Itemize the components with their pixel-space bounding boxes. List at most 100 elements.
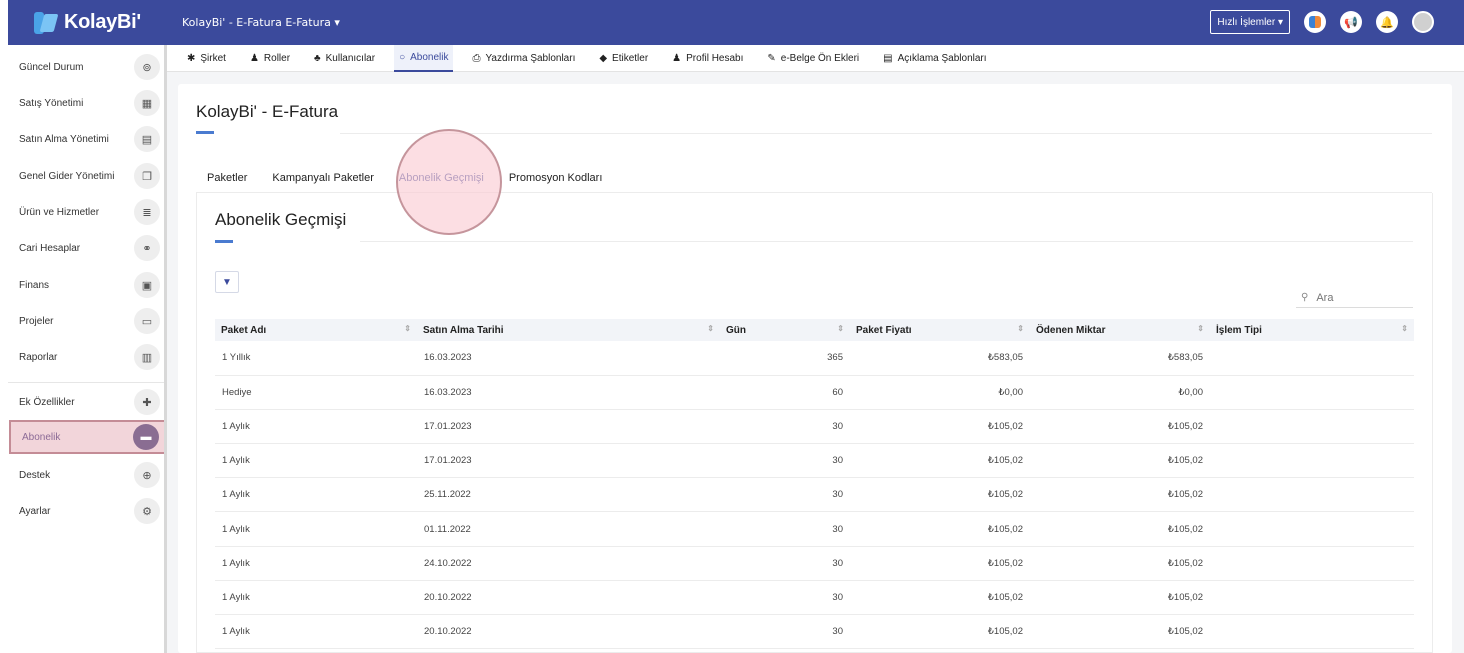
- table-row[interactable]: 1 Yıllık 16.03.2023 365 ₺583,05 ₺583,05: [215, 341, 1414, 376]
- dashboard-icon: ⊚: [134, 54, 160, 80]
- table-row[interactable]: Hediye 16.03.2023 60 ₺0,00 ₺0,00: [215, 375, 1414, 410]
- table-cell: [1210, 614, 1414, 650]
- company-selector[interactable]: KolayBi' - E-Fatura E-Fatura ▾: [182, 16, 340, 29]
- sidebar-item-raporlar[interactable]: Raporlar ▥: [8, 340, 168, 374]
- column-header[interactable]: Satın Alma Tarihi ⇕: [417, 319, 720, 341]
- handshake-icon: ⚭: [134, 235, 160, 261]
- table-cell: 20.10.2022: [417, 580, 720, 616]
- table-header-row: Paket Adı ⇕ Satın Alma Tarihi ⇕ Gün ⇕ Paket Fi…: [215, 319, 1414, 341]
- subnav-item-label: e-Belge Ön Ekleri: [780, 52, 860, 64]
- sort-icon[interactable]: ⇕: [707, 324, 714, 333]
- table-cell: [1210, 409, 1414, 445]
- column-header[interactable]: İşlem Tipi ⇕: [1210, 319, 1414, 341]
- table-row[interactable]: 1 Aylık 20.10.2022 30 ₺105,02 ₺105,02: [215, 614, 1414, 650]
- subscription-history-table: Paket Adı ⇕ Satın Alma Tarihi ⇕ Gün ⇕ Paket Fi…: [215, 319, 1414, 650]
- logo[interactable]: KolayBi': [8, 11, 174, 34]
- sidebar-item-projeler[interactable]: Projeler ▭: [8, 304, 168, 338]
- megaphone-icon[interactable]: 📢: [1340, 11, 1362, 33]
- sidebar-item-label: Cari Hesaplar: [19, 242, 81, 254]
- table-cell: 30: [720, 443, 850, 479]
- column-header-label: Gün: [726, 324, 746, 336]
- sidebar-item-güncel-durum[interactable]: Güncel Durum ⊚: [8, 50, 168, 84]
- sidebar-item-finans[interactable]: Finans ▣: [8, 268, 168, 302]
- sidebar-item-ayarlar[interactable]: Ayarlar ⚙: [8, 494, 168, 528]
- table-row[interactable]: 1 Aylık 25.11.2022 30 ₺105,02 ₺105,02: [215, 477, 1414, 513]
- filter-button[interactable]: ▼: [215, 271, 239, 293]
- brand-app-icon[interactable]: [1304, 11, 1326, 33]
- subnav-item-label: Yazdırma Şablonları: [485, 52, 576, 64]
- sidebar-divider: [8, 382, 166, 383]
- column-header-label: Paket Adı: [221, 324, 267, 336]
- bell-icon[interactable]: 🔔: [1376, 11, 1398, 33]
- top-right-actions: Hızlı İşlemler ▾ 📢 🔔: [1210, 10, 1434, 34]
- settings-subnav: ✱ Şirket ♟ Roller ♣ Kullanıcılar ○ Abonelik ⎙ Yaz…: [167, 44, 1464, 72]
- table-cell: 30: [720, 409, 850, 445]
- table-row[interactable]: 1 Aylık 17.01.2023 30 ₺105,02 ₺105,02: [215, 443, 1414, 479]
- subnav-item-4[interactable]: ⎙ Yazdırma Şablonları: [472, 45, 575, 72]
- title-divider: [340, 133, 1432, 134]
- column-header[interactable]: Paket Fiyatı ⇕: [850, 319, 1030, 341]
- sort-icon[interactable]: ⇕: [1401, 324, 1408, 333]
- lifebuoy-icon: ⊕: [134, 462, 160, 488]
- subnav-item-8[interactable]: ▤ Açıklama Şablonları: [883, 45, 986, 72]
- table-cell: 30: [720, 580, 850, 616]
- subnav-item-7[interactable]: ✎ e-Belge Ön Ekleri: [767, 45, 859, 72]
- subnav-item-5[interactable]: ◆ Etiketler: [599, 45, 648, 72]
- quick-actions-button[interactable]: Hızlı İşlemler ▾: [1210, 10, 1290, 34]
- tab-0[interactable]: Paketler: [207, 172, 247, 184]
- table-cell: 17.01.2023: [417, 443, 720, 479]
- table-cell: ₺583,05: [850, 341, 1030, 376]
- subnav-item-2[interactable]: ♣ Kullanıcılar: [314, 45, 375, 72]
- panel-title: Abonelik Geçmişi: [215, 210, 347, 229]
- sidebar-item-label: Destek: [19, 469, 51, 481]
- users-icon: ♣: [314, 52, 321, 64]
- tab-3[interactable]: Promosyon Kodları: [509, 172, 603, 184]
- page-title: KolayBi' - E-Fatura: [196, 102, 339, 121]
- search-box[interactable]: ⚲: [1296, 288, 1413, 308]
- tab-1[interactable]: Kampanyalı Paketler: [272, 172, 374, 184]
- table-cell: 1 Aylık: [215, 580, 417, 616]
- table-row[interactable]: 1 Aylık 17.01.2023 30 ₺105,02 ₺105,02: [215, 409, 1414, 445]
- avatar[interactable]: [1412, 11, 1434, 33]
- subnav-item-1[interactable]: ♟ Roller: [250, 45, 290, 72]
- subnav-item-0[interactable]: ✱ Şirket: [187, 45, 226, 72]
- subnav-item-label: Abonelik: [410, 51, 449, 63]
- panel-divider: [360, 241, 1413, 242]
- sort-icon[interactable]: ⇕: [1017, 324, 1024, 333]
- column-header[interactable]: Ödenen Miktar ⇕: [1030, 319, 1210, 341]
- table-cell: 20.10.2022: [417, 614, 720, 650]
- table-cell: 01.11.2022: [417, 511, 720, 547]
- sort-icon[interactable]: ⇕: [404, 324, 411, 333]
- sort-icon[interactable]: ⇕: [1197, 324, 1204, 333]
- table-cell: 1 Aylık: [215, 614, 417, 650]
- table-cell: 60: [720, 375, 850, 410]
- sidebar-item-label: Raporlar: [19, 351, 58, 363]
- sidebar-item-satın-alma-yönetimi[interactable]: Satın Alma Yönetimi ▤: [8, 122, 168, 156]
- sidebar-item-satış-yönetimi[interactable]: Satış Yönetimi ▦: [8, 86, 168, 120]
- sort-icon[interactable]: ⇕: [837, 324, 844, 333]
- table-row[interactable]: 1 Aylık 24.10.2022 30 ₺105,02 ₺105,02: [215, 546, 1414, 581]
- sidebar-item-label: Finans: [19, 279, 50, 291]
- table-cell: 1 Aylık: [215, 409, 417, 445]
- table-row[interactable]: 1 Aylık 01.11.2022 30 ₺105,02 ₺105,02: [215, 511, 1414, 547]
- table-cell: ₺105,02: [1030, 409, 1210, 445]
- subnav-item-3[interactable]: ○ Abonelik: [394, 44, 454, 72]
- table-row[interactable]: 1 Aylık 20.10.2022 30 ₺105,02 ₺105,02: [215, 580, 1414, 616]
- table-cell: ₺105,02: [1030, 580, 1210, 616]
- sidebar-item-destek[interactable]: Destek ⊕: [8, 458, 168, 492]
- sidebar-item-cari-hesaplar[interactable]: Cari Hesaplar ⚭: [8, 231, 168, 265]
- table-cell: [1210, 477, 1414, 513]
- column-header[interactable]: Paket Adı ⇕: [215, 319, 417, 341]
- column-header-label: Ödenen Miktar: [1036, 324, 1106, 336]
- sidebar-item-genel-gider-yönetimi[interactable]: Genel Gider Yönetimi ❐: [8, 159, 168, 193]
- subnav-item-label: Şirket: [200, 52, 226, 64]
- folder-icon: ▭: [134, 308, 160, 334]
- table-cell: 16.03.2023: [417, 341, 720, 376]
- sidebar-item-ürün-ve-hizmetler[interactable]: Ürün ve Hizmetler ≣: [8, 195, 168, 229]
- search-input[interactable]: [1316, 291, 1397, 304]
- subnav-item-6[interactable]: ♟ Profil Hesabı: [672, 45, 743, 72]
- sidebar-item-ek-özellikler[interactable]: Ek Özellikler ✚: [8, 385, 168, 419]
- sidebar-item-abonelik[interactable]: Abonelik ▬: [9, 420, 169, 454]
- edit-icon: ✎: [767, 52, 776, 64]
- column-header[interactable]: Gün ⇕: [720, 319, 850, 341]
